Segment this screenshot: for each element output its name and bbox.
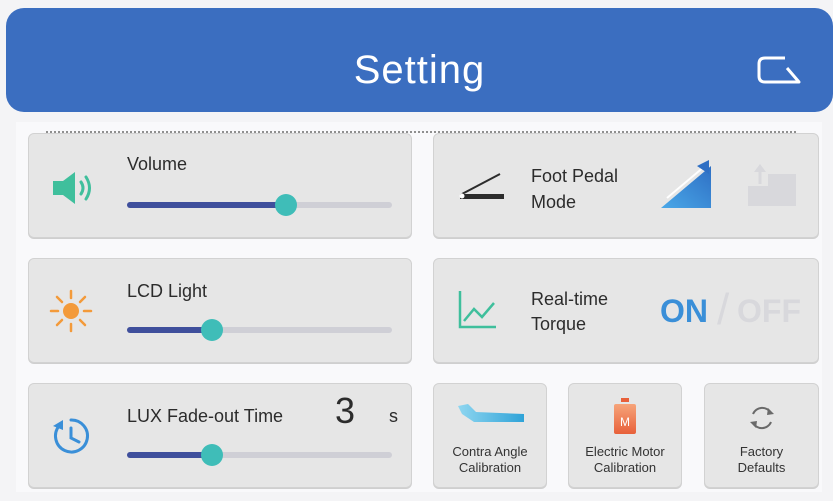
motor-weight-icon: M <box>614 398 636 434</box>
speaker-icon <box>53 172 91 204</box>
contra-angle-label-line1: Contra Angle <box>452 444 528 459</box>
volume-slider-thumb[interactable] <box>275 194 297 216</box>
torque-graph-icon <box>458 291 496 329</box>
contra-angle-icon <box>458 404 524 422</box>
header-bar: Setting <box>6 8 833 112</box>
lux-fade-value: 3 <box>335 390 356 431</box>
timer-icon <box>53 418 89 454</box>
foot-pedal-label-line2: Mode <box>531 192 577 212</box>
lux-fade-slider[interactable] <box>127 444 392 466</box>
torque-label-line1: Real-time <box>531 289 609 309</box>
page-title: Setting <box>353 48 486 92</box>
factory-defaults-button[interactable]: Factory Defaults <box>704 383 819 488</box>
back-icon[interactable] <box>755 54 805 88</box>
torque-separator: / <box>717 285 730 334</box>
sun-icon <box>49 289 93 333</box>
torque-off-toggle[interactable]: OFF <box>737 293 801 330</box>
contra-angle-calibration-button[interactable]: Contra Angle Calibration <box>433 383 547 488</box>
lcd-light-slider[interactable] <box>127 319 392 341</box>
foot-pedal-icon <box>459 173 504 199</box>
refresh-icon <box>750 406 774 430</box>
torque-label-line2: Torque <box>531 314 587 334</box>
foot-pedal-label-line1: Foot Pedal <box>531 166 619 186</box>
lux-fade-slider-fill <box>127 452 212 458</box>
electric-motor-label-line1: Electric Motor <box>585 444 665 459</box>
torque-card: Real-time Torque ON / OFF <box>433 258 819 363</box>
electric-motor-calibration-button[interactable]: M Electric Motor Calibration <box>568 383 682 488</box>
lcd-light-label: LCD Light <box>127 281 208 301</box>
step-mode-icon[interactable] <box>746 164 798 208</box>
volume-card: Volume <box>28 133 412 238</box>
lcd-light-card: LCD Light <box>28 258 412 363</box>
factory-defaults-label-line2: Defaults <box>737 460 786 475</box>
volume-slider[interactable] <box>127 194 392 216</box>
lux-fade-slider-thumb[interactable] <box>200 444 223 466</box>
factory-defaults-label-line1: Factory <box>739 444 784 459</box>
lcd-light-slider-fill <box>127 327 212 333</box>
motor-icon-letter: M <box>620 415 630 429</box>
volume-slider-fill <box>127 202 286 208</box>
contra-angle-label-line2: Calibration <box>458 460 522 475</box>
progressive-mode-icon[interactable] <box>659 158 719 210</box>
lux-fade-label: LUX Fade-out Time <box>127 406 284 426</box>
lcd-light-slider-thumb[interactable] <box>200 319 223 341</box>
torque-on-toggle[interactable]: ON <box>660 293 708 330</box>
volume-label: Volume <box>127 154 188 174</box>
electric-motor-label-line2: Calibration <box>593 460 657 475</box>
foot-pedal-card: Foot Pedal Mode <box>433 133 819 238</box>
lux-fade-card: LUX Fade-out Time 3 s <box>28 383 412 488</box>
lux-fade-unit: s <box>389 406 398 426</box>
